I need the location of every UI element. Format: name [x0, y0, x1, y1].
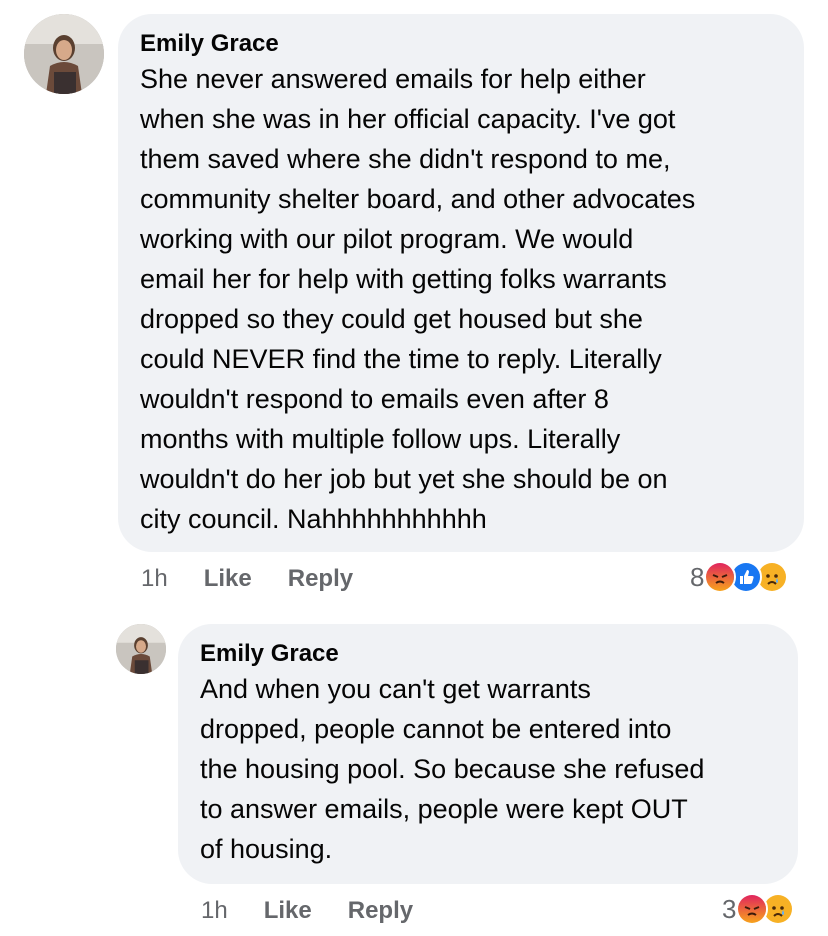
comment-timestamp[interactable]: 1h	[201, 897, 228, 925]
reaction-count: 3	[722, 893, 737, 924]
comment-text: And when you can't get warrants dropped,…	[200, 674, 705, 864]
angry-reaction-icon	[704, 561, 737, 593]
reaction-count: 8	[690, 561, 705, 592]
comment-timestamp[interactable]: 1h	[141, 565, 168, 593]
angry-reaction-icon	[736, 893, 769, 925]
profile-photo-icon	[24, 14, 104, 94]
comment-text: She never answered emails for help eithe…	[140, 64, 696, 534]
comment-bubble: Emily Grace And when you can't get warra…	[178, 624, 798, 884]
comment-author[interactable]: Emily Grace	[140, 30, 782, 58]
like-button[interactable]: Like	[204, 565, 252, 593]
reply-button[interactable]: Reply	[288, 565, 353, 593]
avatar[interactable]	[116, 624, 166, 674]
comment-bubble: Emily Grace She never answered emails fo…	[118, 14, 804, 552]
reaction-summary[interactable]: 3	[722, 892, 795, 926]
avatar[interactable]	[24, 14, 104, 94]
comment-author[interactable]: Emily Grace	[200, 640, 776, 668]
like-button[interactable]: Like	[264, 897, 312, 925]
comment-actions: 1h Like Reply	[201, 896, 413, 926]
profile-photo-icon	[116, 624, 166, 674]
reply-button[interactable]: Reply	[348, 897, 413, 925]
comment-actions: 1h Like Reply	[141, 564, 353, 594]
reaction-summary[interactable]: 8	[690, 560, 789, 594]
